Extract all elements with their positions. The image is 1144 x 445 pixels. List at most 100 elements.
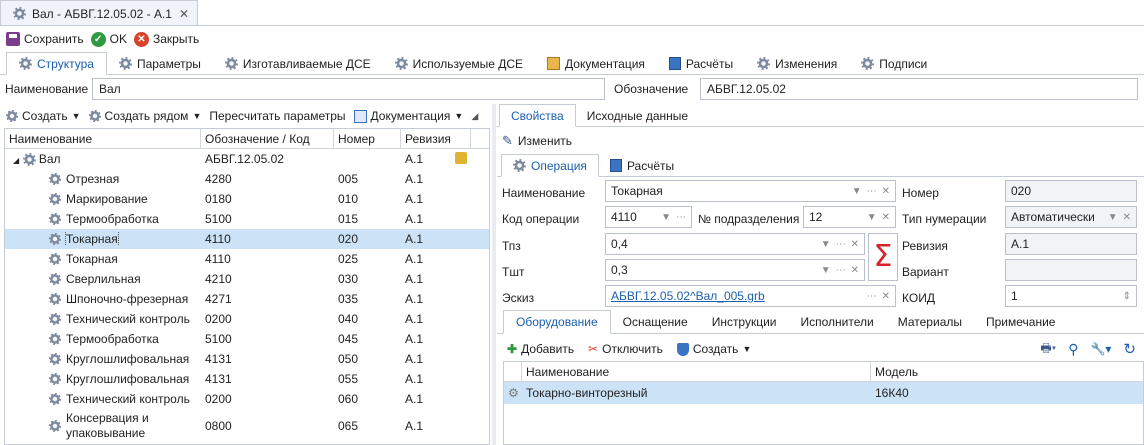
- tree-row[interactable]: Термообработка 5100 045 А.1: [5, 329, 489, 349]
- column-header[interactable]: Наименование: [522, 362, 871, 381]
- create-button[interactable]: Создать ▼: [4, 106, 83, 126]
- tab-changes[interactable]: Изменения: [745, 52, 849, 75]
- tree-row[interactable]: Шпоночно-фрезерная 4271 035 А.1: [5, 289, 489, 309]
- tab-calculations[interactable]: Расчёты: [657, 52, 745, 75]
- tab-materials[interactable]: Материалы: [886, 310, 974, 334]
- dept-field[interactable]: 12 ▼ ✕: [803, 206, 896, 228]
- tab-instructions[interactable]: Инструкции: [700, 310, 789, 334]
- name-field[interactable]: Вал: [92, 78, 605, 100]
- dropdown-icon[interactable]: ▼: [1108, 212, 1118, 223]
- tree-row[interactable]: Отрезная 4280 005 А.1: [5, 169, 489, 189]
- overflow-arrow-icon[interactable]: ◢: [471, 111, 478, 122]
- add-button[interactable]: ✚ Добавить: [505, 339, 576, 359]
- row-code: 5100: [205, 332, 232, 346]
- tree-root-row[interactable]: ◢ Вал АБВГ.12.05.02 А.1: [5, 149, 489, 169]
- variant-field[interactable]: [1005, 259, 1137, 281]
- create-near-button[interactable]: Создать рядом ▼: [87, 106, 204, 126]
- clear-icon[interactable]: ✕: [882, 212, 890, 223]
- tab-op-calculations[interactable]: Расчёты: [599, 154, 685, 177]
- tree-row[interactable]: Круглошлифовальная 4131 050 А.1: [5, 349, 489, 369]
- clear-icon[interactable]: ✕: [882, 291, 890, 302]
- ok-label: OK: [109, 32, 127, 46]
- clear-icon[interactable]: ✕: [1123, 212, 1131, 223]
- tab-used-parts[interactable]: Используемые ДСЕ: [383, 52, 535, 75]
- dropdown-icon[interactable]: ▼: [867, 212, 877, 223]
- tsht-field[interactable]: 0,3 ▼ ⋯ ✕: [605, 259, 865, 281]
- tpz-field[interactable]: 0,4 ▼ ⋯ ✕: [605, 233, 865, 255]
- sketch-link[interactable]: АБВГ.12.05.02^Вал_005.grb: [611, 289, 862, 303]
- ok-button[interactable]: ✓ OK: [89, 29, 129, 49]
- recalc-button[interactable]: Пересчитать параметры: [207, 106, 347, 126]
- splitter[interactable]: [492, 104, 496, 445]
- close-button[interactable]: ✕ Закрыть: [132, 29, 201, 49]
- tab-tooling[interactable]: Оснащение: [611, 310, 700, 334]
- clear-icon[interactable]: ✕: [882, 186, 890, 197]
- op-name-field[interactable]: Токарная ▼ ⋯ ✕: [605, 180, 896, 202]
- printer-icon[interactable]: 🖶▾: [1040, 339, 1056, 360]
- tab-parameters[interactable]: Параметры: [107, 52, 213, 75]
- search-icon[interactable]: ⚲: [1068, 341, 1078, 358]
- tree-row[interactable]: Токарная 4110 025 А.1: [5, 249, 489, 269]
- tab-source-data[interactable]: Исходные данные: [576, 104, 699, 127]
- row-num: 065: [338, 419, 359, 433]
- dropdown-icon[interactable]: ▼: [661, 212, 671, 223]
- tree-row[interactable]: Токарная 4110 020 А.1: [5, 229, 489, 249]
- column-header[interactable]: Номер: [334, 129, 401, 148]
- tab-equipment[interactable]: Оборудование: [503, 310, 611, 334]
- equipment-row[interactable]: ⚙ Токарно-винторезный 16К40: [504, 382, 1143, 404]
- tree-row[interactable]: Технический контроль 0200 040 А.1: [5, 309, 489, 329]
- tab-properties[interactable]: Свойства: [499, 104, 576, 127]
- koid-field[interactable]: 1 ⇕: [1005, 285, 1137, 307]
- detach-button[interactable]: ✂ Отключить: [586, 339, 665, 359]
- sigma-button[interactable]: Σ: [868, 233, 898, 281]
- dropdown-icon[interactable]: ▼: [852, 186, 862, 197]
- column-header[interactable]: Наименование: [5, 129, 201, 148]
- column-header[interactable]: Модель: [871, 362, 1143, 381]
- row-num: 035: [338, 292, 359, 306]
- column-header[interactable]: Обозначение / Код: [201, 129, 334, 148]
- tab-documentation[interactable]: Документация: [535, 52, 657, 75]
- dropdown-icon[interactable]: ▼: [821, 239, 831, 250]
- docs-button[interactable]: Документация ▼: [352, 106, 466, 126]
- create-eq-button[interactable]: Создать ▼: [675, 339, 754, 359]
- ellipsis-icon[interactable]: ⋯: [836, 265, 846, 276]
- tree-row[interactable]: Консервация и упаковывание 0800 065 А.1: [5, 409, 489, 443]
- refresh-icon[interactable]: ↻: [1123, 340, 1136, 358]
- column-header[interactable]: Ревизия: [401, 129, 471, 148]
- tab-performers[interactable]: Исполнители: [789, 310, 886, 334]
- close-tab-icon[interactable]: ✕: [179, 7, 189, 21]
- name-label: Наименование: [5, 82, 89, 96]
- ellipsis-icon[interactable]: ⋯: [676, 212, 686, 223]
- numtype-field[interactable]: Автоматически ▼ ✕: [1005, 206, 1137, 228]
- tree-row[interactable]: Термообработка 5100 015 А.1: [5, 209, 489, 229]
- tree-row[interactable]: Технический контроль 0200 060 А.1: [5, 389, 489, 409]
- dropdown-icon[interactable]: ▼: [821, 265, 831, 276]
- tab-operation[interactable]: Операция: [501, 154, 599, 177]
- save-button[interactable]: Сохранить: [4, 29, 86, 49]
- document-tab[interactable]: Вал - АБВГ.12.05.02 - А.1 ✕: [0, 0, 198, 26]
- tab-signatures[interactable]: Подписи: [849, 52, 939, 75]
- op-code-field[interactable]: 4110 ▼ ⋯: [605, 206, 692, 228]
- document-tab-title: Вал - АБВГ.12.05.02 - А.1: [32, 6, 172, 21]
- ellipsis-icon[interactable]: ⋯: [867, 186, 877, 197]
- tab-structure[interactable]: Структура: [6, 52, 107, 75]
- number-field[interactable]: 020: [1005, 180, 1137, 202]
- clear-icon[interactable]: ✕: [851, 239, 859, 250]
- ellipsis-icon[interactable]: ⋯: [867, 291, 877, 302]
- row-num: 045: [338, 332, 359, 346]
- edit-button[interactable]: ✎ Изменить: [502, 133, 572, 149]
- sketch-field[interactable]: АБВГ.12.05.02^Вал_005.grb ⋯ ✕: [605, 285, 896, 307]
- tab-manufactured-parts[interactable]: Изготавливаемые ДСЕ: [213, 52, 383, 75]
- ellipsis-icon[interactable]: ⋯: [836, 239, 846, 250]
- designation-field[interactable]: АБВГ.12.05.02: [700, 78, 1138, 100]
- tree-row[interactable]: Круглошлифовальная 4131 055 А.1: [5, 369, 489, 389]
- properties-tabs: Свойства Исходные данные: [497, 104, 1144, 127]
- revision-field[interactable]: А.1: [1005, 233, 1137, 255]
- wrench-icon[interactable]: 🔧▾: [1090, 342, 1111, 356]
- tab-notes[interactable]: Примечание: [974, 310, 1067, 334]
- clear-icon[interactable]: ✕: [851, 265, 859, 276]
- tree-row[interactable]: Сверлильная 4210 030 А.1: [5, 269, 489, 289]
- collapse-icon[interactable]: ◢: [13, 156, 19, 165]
- tree-row[interactable]: Маркирование 0180 010 А.1: [5, 189, 489, 209]
- spinner-icon[interactable]: ⇕: [1123, 291, 1131, 302]
